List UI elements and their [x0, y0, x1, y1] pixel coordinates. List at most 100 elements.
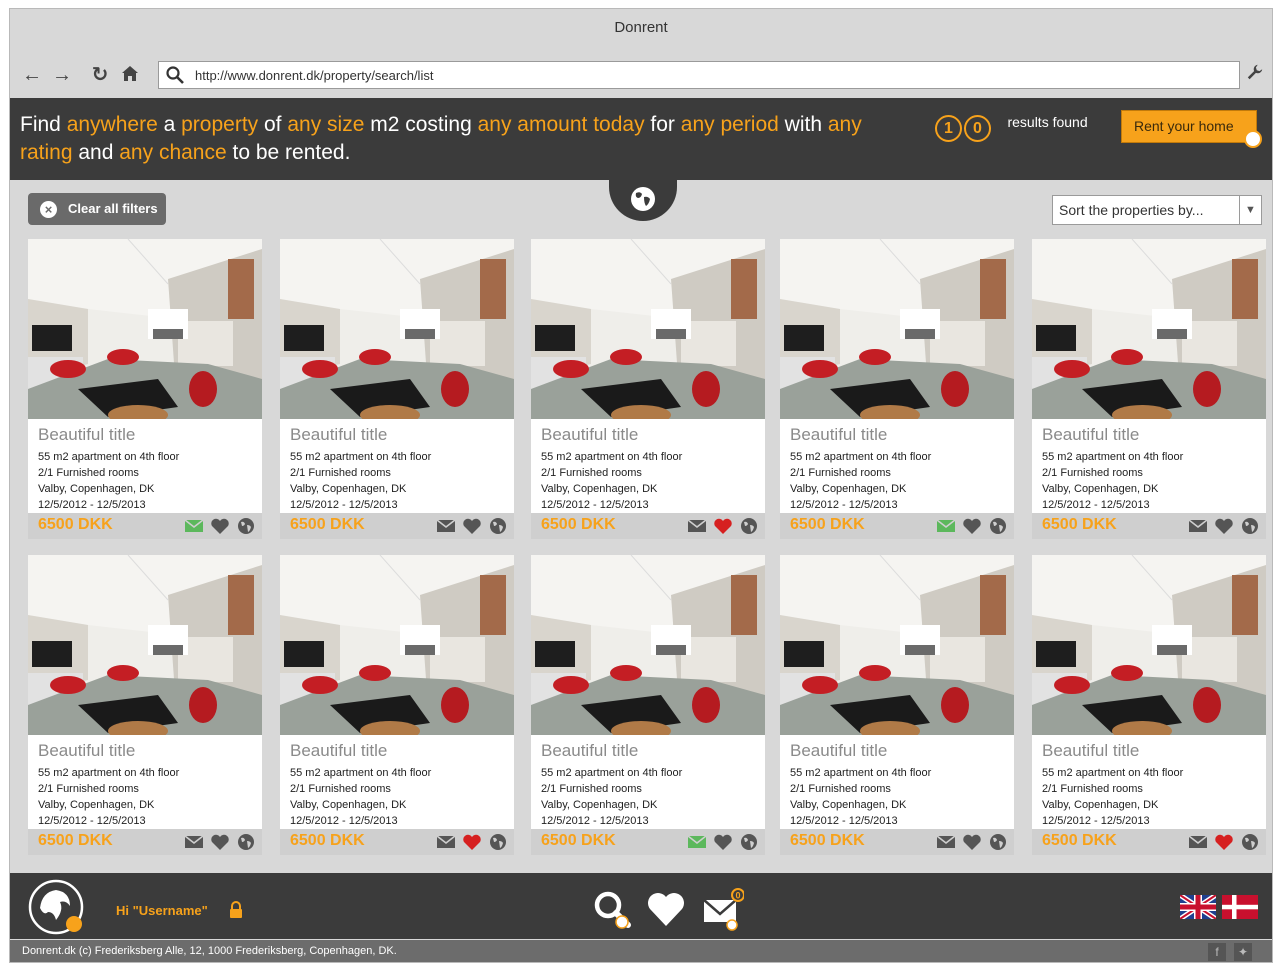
- mail-icon[interactable]: [687, 517, 707, 535]
- lock-icon[interactable]: [228, 901, 244, 919]
- search-parameter[interactable]: any chance: [119, 141, 226, 164]
- listing-card[interactable]: Beautiful title 55 m2 apartment on 4th fl…: [280, 239, 514, 539]
- reload-icon[interactable]: ↻: [88, 63, 112, 87]
- share-icon[interactable]: [236, 517, 256, 535]
- search-parameter[interactable]: today: [593, 113, 644, 136]
- share-icon[interactable]: [1240, 517, 1260, 535]
- property-photo[interactable]: [28, 555, 262, 735]
- sentence-text: Find: [20, 113, 67, 136]
- share-icon[interactable]: [988, 517, 1008, 535]
- map-toggle[interactable]: [609, 179, 677, 221]
- property-photo[interactable]: [280, 239, 514, 419]
- wrench-icon[interactable]: [1244, 63, 1266, 85]
- heart-icon[interactable]: [210, 833, 230, 851]
- mail-icon[interactable]: [184, 833, 204, 851]
- listing-title[interactable]: Beautiful title: [38, 425, 135, 445]
- listing-card[interactable]: Beautiful title 55 m2 apartment on 4th fl…: [1032, 239, 1266, 539]
- heart-icon[interactable]: [644, 887, 688, 931]
- heart-icon[interactable]: [962, 517, 982, 535]
- share-icon[interactable]: [988, 833, 1008, 851]
- search-parameter[interactable]: any amount: [478, 113, 588, 136]
- listing-period: 12/5/2012 - 12/5/2013: [38, 499, 146, 511]
- listing-price: 6500 DKK: [1042, 832, 1117, 849]
- heart-icon[interactable]: [1214, 833, 1234, 851]
- property-photo[interactable]: [531, 555, 765, 735]
- mail-icon[interactable]: [1188, 517, 1208, 535]
- mail-icon[interactable]: [936, 833, 956, 851]
- heart-icon[interactable]: [1214, 517, 1234, 535]
- heart-icon[interactable]: [462, 517, 482, 535]
- mail-icon[interactable]: [936, 517, 956, 535]
- search-icon: [166, 66, 184, 84]
- search-parameter[interactable]: any size: [287, 113, 364, 136]
- property-photo[interactable]: [1032, 239, 1266, 419]
- listing-location: Valby, Copenhagen, DK: [541, 483, 658, 495]
- username-greeting[interactable]: Hi "Username": [116, 903, 208, 918]
- address-bar[interactable]: http://www.donrent.dk/property/search/li…: [158, 61, 1240, 89]
- share-icon[interactable]: [488, 833, 508, 851]
- listing-title[interactable]: Beautiful title: [290, 425, 387, 445]
- listing-period: 12/5/2012 - 12/5/2013: [290, 499, 398, 511]
- property-photo[interactable]: [780, 555, 1014, 735]
- browser-toolbar: ← → ↻ http://www.donrent.dk/property/sea…: [10, 57, 1272, 97]
- listing-price: 6500 DKK: [790, 832, 865, 849]
- property-photo[interactable]: [1032, 555, 1266, 735]
- listing-title[interactable]: Beautiful title: [1042, 425, 1139, 445]
- listing-card[interactable]: Beautiful title 55 m2 apartment on 4th fl…: [531, 239, 765, 539]
- listing-title[interactable]: Beautiful title: [541, 741, 638, 761]
- listing-period: 12/5/2012 - 12/5/2013: [541, 499, 649, 511]
- twitter-icon[interactable]: ✦: [1234, 943, 1252, 961]
- rent-your-home-button[interactable]: Rent your home: [1121, 110, 1262, 148]
- listing-title[interactable]: Beautiful title: [1042, 741, 1139, 761]
- logo-icon[interactable]: [26, 878, 86, 936]
- heart-icon[interactable]: [962, 833, 982, 851]
- sentence-text: to be rented.: [226, 141, 351, 164]
- listing-title[interactable]: Beautiful title: [790, 741, 887, 761]
- chevron-down-icon: ▼: [1239, 196, 1261, 224]
- listing-card[interactable]: Beautiful title 55 m2 apartment on 4th fl…: [280, 555, 514, 855]
- mail-icon[interactable]: [184, 517, 204, 535]
- listing-card[interactable]: Beautiful title 55 m2 apartment on 4th fl…: [531, 555, 765, 855]
- back-arrow-icon[interactable]: ←: [20, 63, 44, 87]
- property-photo[interactable]: [531, 239, 765, 419]
- listing-card[interactable]: Beautiful title 55 m2 apartment on 4th fl…: [780, 239, 1014, 539]
- share-icon[interactable]: [488, 517, 508, 535]
- property-photo[interactable]: [280, 555, 514, 735]
- listing-card[interactable]: Beautiful title 55 m2 apartment on 4th fl…: [28, 239, 262, 539]
- listing-title[interactable]: Beautiful title: [790, 425, 887, 445]
- listing-title[interactable]: Beautiful title: [541, 425, 638, 445]
- property-photo[interactable]: [780, 239, 1014, 419]
- share-icon[interactable]: [236, 833, 256, 851]
- listing-title[interactable]: Beautiful title: [38, 741, 135, 761]
- mail-icon[interactable]: [436, 517, 456, 535]
- flag-dk-icon[interactable]: [1222, 895, 1258, 919]
- heart-icon[interactable]: [713, 517, 733, 535]
- mail-icon[interactable]: [436, 833, 456, 851]
- share-icon[interactable]: [739, 833, 759, 851]
- listing-card[interactable]: Beautiful title 55 m2 apartment on 4th fl…: [1032, 555, 1266, 855]
- listing-card[interactable]: Beautiful title 55 m2 apartment on 4th fl…: [28, 555, 262, 855]
- heart-icon[interactable]: [713, 833, 733, 851]
- facebook-icon[interactable]: f: [1208, 943, 1226, 961]
- property-photo[interactable]: [28, 239, 262, 419]
- listing-card[interactable]: Beautiful title 55 m2 apartment on 4th fl…: [780, 555, 1014, 855]
- search-parameter[interactable]: anywhere: [67, 113, 158, 136]
- home-icon[interactable]: [118, 63, 142, 87]
- mail-icon[interactable]: 0: [700, 887, 744, 931]
- flag-uk-icon[interactable]: [1180, 895, 1216, 919]
- mail-icon[interactable]: [687, 833, 707, 851]
- mail-icon[interactable]: [1188, 833, 1208, 851]
- listing-title[interactable]: Beautiful title: [290, 741, 387, 761]
- search-parameter[interactable]: property: [181, 113, 258, 136]
- sort-select[interactable]: Sort the properties by... ▼: [1052, 195, 1262, 225]
- heart-icon[interactable]: [462, 833, 482, 851]
- search-parameter[interactable]: any period: [681, 113, 779, 136]
- search-icon[interactable]: [590, 887, 634, 931]
- heart-icon[interactable]: [210, 517, 230, 535]
- forward-arrow-icon[interactable]: →: [50, 63, 74, 87]
- results-label: results found: [1007, 114, 1088, 130]
- sort-label: Sort the properties by...: [1059, 202, 1204, 218]
- clear-all-filters-button[interactable]: × Clear all filters: [28, 193, 166, 225]
- share-icon[interactable]: [739, 517, 759, 535]
- share-icon[interactable]: [1240, 833, 1260, 851]
